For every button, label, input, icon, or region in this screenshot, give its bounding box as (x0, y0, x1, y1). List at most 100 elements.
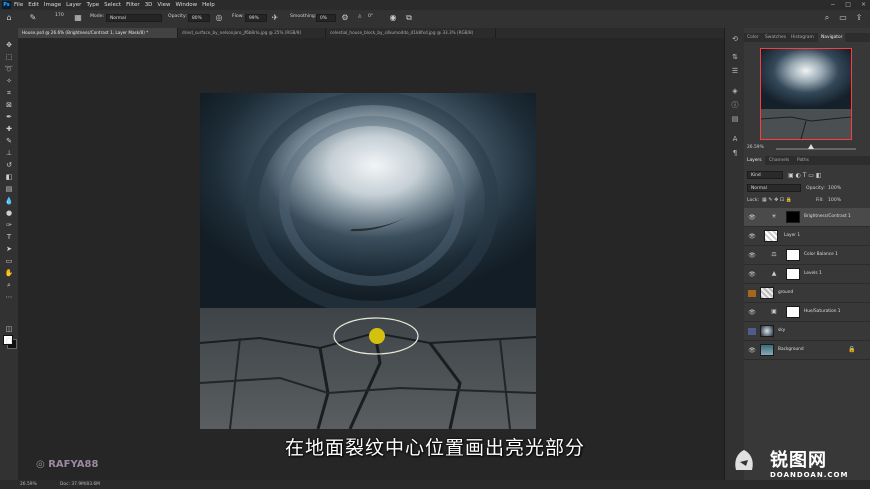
layer-row[interactable]: 👁 ⚖ Color Balance 1 (744, 246, 870, 265)
workspace-icon[interactable]: ▭ (838, 13, 848, 23)
screen-mode-icon[interactable]: ▢ (3, 336, 15, 346)
share-icon[interactable]: ⇪ (854, 13, 864, 23)
path-select-icon[interactable]: ➤ (3, 244, 15, 254)
mode-select[interactable]: Normal (106, 14, 162, 22)
navigator-zoom-slider[interactable] (776, 148, 856, 150)
close-button[interactable]: × (861, 1, 866, 8)
tab-navigator[interactable]: Navigator (818, 33, 846, 42)
layer-name[interactable]: Layer 1 (784, 233, 800, 238)
layer-mask-thumb[interactable] (786, 249, 800, 261)
layer-row[interactable]: 👁 Layer 1 (744, 227, 870, 246)
brush-size[interactable]: 170 (55, 13, 64, 18)
navigator-preview[interactable] (760, 48, 852, 140)
brush-settings-icon[interactable]: ▦ (73, 13, 83, 23)
adjust-icon[interactable]: ⇅ (730, 52, 740, 62)
crop-tool-icon[interactable]: ⌗ (3, 88, 15, 98)
zoom-tool-icon[interactable]: ⌕ (3, 280, 15, 290)
pressure-opacity-icon[interactable]: ◎ (214, 13, 224, 23)
info-icon[interactable]: ⓘ (730, 100, 740, 110)
navigator-zoom[interactable]: 26.59% (744, 143, 767, 152)
visibility-eye-icon[interactable] (748, 328, 756, 335)
tab-channels[interactable]: Channels (766, 156, 792, 165)
maximize-button[interactable]: □ (845, 1, 851, 8)
menu-window[interactable]: Window (175, 2, 197, 8)
layer-mask-thumb[interactable] (786, 211, 800, 223)
navigator-slider-handle[interactable] (808, 144, 814, 149)
gradient-tool-icon[interactable]: ▤ (3, 184, 15, 194)
minimize-button[interactable]: − (830, 1, 835, 8)
layer-row[interactable]: ground (744, 284, 870, 303)
photoshop-logo[interactable]: Ps (2, 1, 11, 9)
tab-celestial-house[interactable]: celestial_house_block_by_silkumoddo_d1k8… (326, 28, 496, 38)
tab-color[interactable]: Color (744, 33, 761, 42)
gear-icon[interactable]: ⚙ (340, 13, 350, 23)
visibility-eye-icon[interactable]: 👁 (748, 214, 756, 221)
visibility-eye-icon[interactable]: 👁 (748, 347, 756, 354)
smoothing-field[interactable]: 0% (316, 14, 336, 22)
layer-name[interactable]: Color Balance 1 (804, 252, 838, 257)
brush-tool-icon[interactable]: ✎ (28, 13, 38, 23)
layer-row[interactable]: 👁 ☀ Brightness/Contrast 1 (744, 208, 870, 227)
pen-tool-icon[interactable]: ✑ (3, 220, 15, 230)
layer-mask-thumb[interactable] (786, 306, 800, 318)
tab-paths[interactable]: Paths (794, 156, 812, 165)
layer-row[interactable]: 👁 Background 🔒 (744, 341, 870, 360)
menu-type[interactable]: Type (86, 2, 99, 8)
layer-opacity-value[interactable]: 100% (828, 186, 841, 191)
history-icon[interactable]: ⟲ (730, 34, 740, 44)
visibility-eye-icon[interactable]: 👁 (748, 233, 756, 240)
properties-icon[interactable]: ☰ (730, 66, 740, 76)
visibility-eye-icon[interactable] (748, 290, 756, 297)
document-canvas[interactable] (200, 93, 536, 429)
shape-tool-icon[interactable]: ▭ (3, 256, 15, 266)
layer-name[interactable]: Levels 1 (804, 271, 822, 276)
layer-thumb[interactable] (760, 287, 774, 299)
menu-filter[interactable]: Filter (126, 2, 140, 8)
libraries-icon[interactable]: ▤ (730, 114, 740, 124)
symmetry-icon[interactable]: ⧉ (404, 13, 414, 23)
fill-value[interactable]: 100% (828, 198, 841, 203)
menu-3d[interactable]: 3D (145, 2, 153, 8)
lasso-tool-icon[interactable]: ➰ (3, 64, 15, 74)
menu-edit[interactable]: Edit (28, 2, 39, 8)
quick-select-icon[interactable]: ✧ (3, 76, 15, 86)
status-doc-size[interactable]: Doc: 37.9M/83.6M (60, 482, 100, 487)
visibility-eye-icon[interactable]: 👁 (748, 309, 756, 316)
healing-tool-icon[interactable]: ✚ (3, 124, 15, 134)
opacity-field[interactable]: 80% (188, 14, 210, 22)
menu-image[interactable]: Image (44, 2, 61, 8)
hand-tool-icon[interactable]: ✋ (3, 268, 15, 278)
menu-help[interactable]: Help (202, 2, 215, 8)
filter-icons[interactable]: ▣ ◐ T ▭ ◧ (788, 172, 822, 179)
layer-filter-kind[interactable]: Kind (747, 171, 783, 179)
layer-row[interactable]: 👁 ▣ Hue/Saturation 1 (744, 303, 870, 322)
layer-name[interactable]: sky (778, 328, 785, 333)
3d-icon[interactable]: ◈ (730, 86, 740, 96)
tab-swatches[interactable]: Swatches (762, 33, 789, 42)
layer-name[interactable]: Background (778, 347, 804, 352)
airbrush-icon[interactable]: ✈ (270, 13, 280, 23)
pressure-size-icon[interactable]: ◉ (388, 13, 398, 23)
character-icon[interactable]: A (730, 134, 740, 144)
menu-file[interactable]: File (14, 2, 23, 8)
status-zoom[interactable]: 26.59% (20, 482, 37, 487)
brush-tool-sidebar-icon[interactable]: ✎ (3, 136, 15, 146)
tab-histogram[interactable]: Histogram (788, 33, 817, 42)
more-tools-icon[interactable]: ⋯ (3, 292, 15, 302)
history-brush-icon[interactable]: ↺ (3, 160, 15, 170)
home-icon[interactable]: ⌂ (4, 13, 14, 23)
layer-thumb[interactable] (760, 325, 774, 337)
layer-row[interactable]: sky (744, 322, 870, 341)
tab-house-psd[interactable]: House.psd @ 26.6% (Brightness/Contrast 1… (18, 28, 178, 38)
layer-blend-mode[interactable]: Normal (747, 184, 801, 192)
visibility-eye-icon[interactable]: 👁 (748, 252, 756, 259)
clone-stamp-icon[interactable]: ⊥ (3, 148, 15, 158)
frame-tool-icon[interactable]: ⊠ (3, 100, 15, 110)
lock-icons[interactable]: ▦ ✎ ✥ ⊡ 🔒 (762, 197, 792, 203)
blur-tool-icon[interactable]: 💧 (3, 196, 15, 206)
layer-row[interactable]: 👁 ▲ Levels 1 (744, 265, 870, 284)
layer-name[interactable]: Brightness/Contrast 1 (804, 214, 851, 219)
paragraph-icon[interactable]: ¶ (730, 148, 740, 158)
move-tool-icon[interactable]: ✥ (3, 40, 15, 50)
layer-name[interactable]: ground (778, 290, 793, 295)
